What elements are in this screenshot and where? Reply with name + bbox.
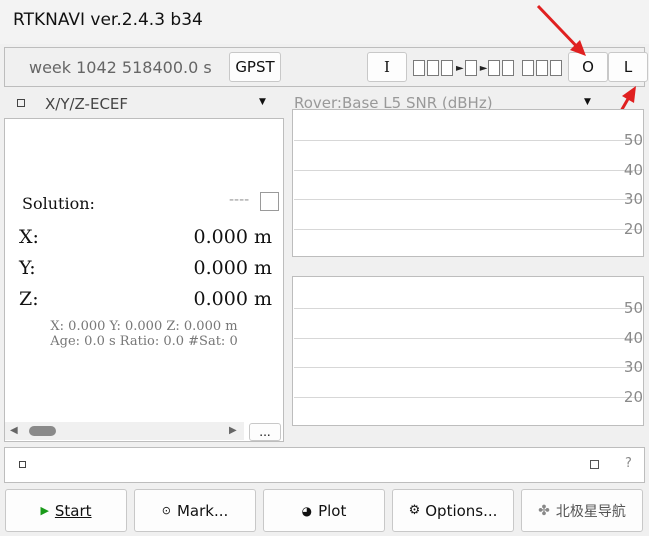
- y-tick-label: 50: [623, 131, 643, 149]
- scroll-left-icon[interactable]: ◀: [10, 425, 18, 436]
- solution-panel: [4, 118, 284, 442]
- gridline: [294, 140, 642, 141]
- status-bar: [4, 447, 645, 483]
- y-tick-label: 20: [623, 220, 643, 238]
- z-value: 0.000 m: [193, 288, 272, 310]
- mark-label: Mark...: [176, 501, 229, 520]
- gridline: [294, 338, 642, 339]
- start-label: Start: [54, 501, 92, 520]
- stream-indicator: [413, 60, 425, 76]
- time-display: week 1042 518400.0 s: [29, 58, 212, 77]
- stream-indicator: [502, 60, 515, 76]
- gridline: [294, 397, 642, 398]
- stream-indicator: [427, 60, 439, 76]
- solution-indicator: [260, 192, 279, 211]
- y-tick-label: 20: [623, 388, 643, 406]
- mark-icon: ⊙: [161, 504, 171, 517]
- y-tick-label: 30: [623, 358, 643, 376]
- scroll-right-icon[interactable]: ▶: [229, 425, 237, 436]
- arrow-right-icon: ►: [479, 62, 488, 74]
- timesys-button[interactable]: GPST: [229, 52, 281, 82]
- arrow-to-log-head: [622, 86, 636, 103]
- plot-button[interactable]: ◕ Plot: [263, 489, 385, 532]
- y-value: 0.000 m: [193, 257, 272, 279]
- solution-status: ----: [229, 192, 250, 208]
- snr-plot-base: 50 40 30 20: [292, 276, 644, 426]
- stream-indicator: [441, 60, 453, 76]
- watermark-label: 北极星导航: [555, 503, 626, 520]
- mark-button[interactable]: ⊙ Mark...: [134, 489, 256, 532]
- gridline: [294, 229, 642, 230]
- x-value: 0.000 m: [193, 226, 272, 248]
- coord-dropdown[interactable]: X/Y/Z-ECEF: [45, 95, 128, 113]
- z-label: Z:: [19, 288, 39, 310]
- arrow-right-icon: ►: [456, 62, 464, 74]
- wechat-icon: ✤: [538, 502, 550, 519]
- play-icon: ▶: [40, 504, 49, 517]
- y-tick-label: 40: [623, 329, 643, 347]
- more-button[interactable]: ...: [249, 423, 281, 441]
- y-tick-label: 30: [623, 190, 643, 208]
- input-stream-button[interactable]: I: [367, 52, 407, 82]
- help-icon[interactable]: ?: [625, 456, 632, 471]
- scroll-thumb[interactable]: [29, 426, 56, 436]
- gridline: [294, 308, 642, 309]
- resize-grip-icon[interactable]: [590, 460, 599, 469]
- gridline: [294, 170, 642, 171]
- snr-plot-rover: 50 40 30 20: [292, 109, 644, 257]
- options-button[interactable]: ⚙ Options...: [392, 489, 514, 532]
- panel-menu-icon[interactable]: [17, 99, 25, 107]
- solution-label: Solution:: [22, 194, 95, 213]
- plot-icon: ◕: [301, 503, 313, 518]
- chevron-down-icon[interactable]: ▼: [584, 97, 591, 107]
- y-tick-label: 40: [623, 161, 643, 179]
- exit-button[interactable]: ✤ 北极星导航: [521, 489, 643, 532]
- start-button[interactable]: ▶ Start: [5, 489, 127, 532]
- gridline: [294, 199, 642, 200]
- gear-icon: ⚙: [408, 503, 421, 518]
- options-label: Options...: [425, 501, 498, 520]
- chevron-down-icon[interactable]: ▼: [259, 97, 266, 107]
- y-label: Y:: [19, 257, 36, 279]
- stream-indicator: [464, 60, 477, 76]
- window-title: RTKNAVI ver.2.4.3 b34: [13, 10, 203, 30]
- stream-indicator: [488, 60, 501, 76]
- x-label: X:: [19, 226, 39, 248]
- y-tick-label: 50: [623, 299, 643, 317]
- solution-summary: X: 0.000 Y: 0.000 Z: 0.000 m: [50, 319, 238, 334]
- solution-stats: Age: 0.0 s Ratio: 0.0 #Sat: 0: [50, 334, 238, 349]
- gridline: [294, 367, 642, 368]
- status-indicator: [19, 461, 26, 468]
- plot-label: Plot: [318, 501, 347, 520]
